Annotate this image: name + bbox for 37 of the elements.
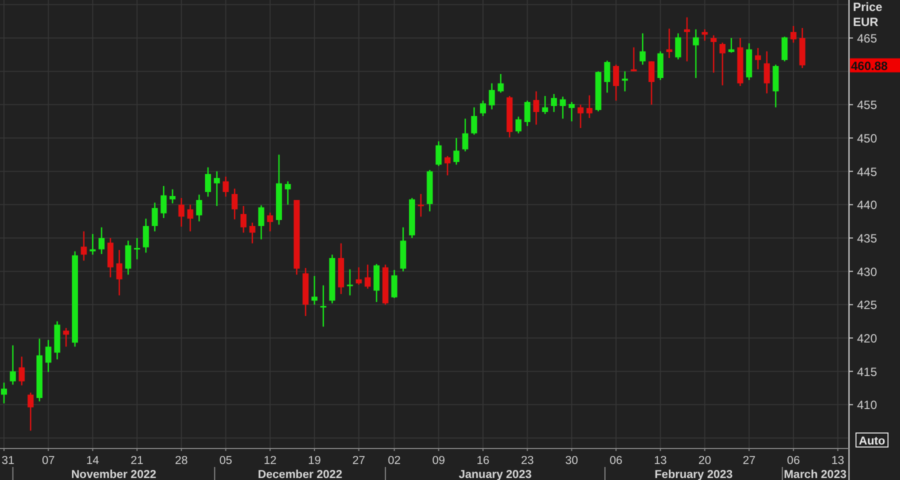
x-axis-label: 02 [388,455,401,467]
x-axis-label: 19 [308,455,321,467]
x-axis-label: 14 [86,455,100,467]
y-axis-label: 425 [857,298,878,312]
month-label: November 2022 [71,469,156,480]
y-axis-label: 415 [857,364,878,379]
x-axis-label: 06 [610,455,622,467]
month-label: March 2023 [784,469,846,480]
x-axis-label: 07 [42,455,55,467]
y-axis-label: 445 [857,164,878,179]
y-axis-label: 430 [857,264,878,279]
x-axis-label: 21 [130,455,144,467]
y-axis-label: 420 [857,332,878,346]
x-axis-label: 20 [698,455,712,467]
x-axis-label: 13 [654,455,667,467]
x-axis-label: 23 [520,455,534,467]
y-axis-label: 410 [857,398,878,412]
x-axis-label: 27 [352,455,366,467]
x-axis-label: 28 [175,455,188,467]
x-axis-label: 09 [432,455,446,467]
y-axis-label: 450 [857,132,878,146]
x-axis-label: 13 [831,455,844,467]
x-axis-label: 16 [476,455,490,467]
y-axis-label: 435 [857,232,878,246]
y-axis-label: 440 [857,198,878,212]
x-axis-label: 27 [742,455,756,467]
axis-title: Price EUR [853,0,882,29]
x-axis-label: 31 [2,455,14,467]
x-axis-label: 05 [219,455,232,467]
x-axis-label: 06 [787,455,800,467]
auto-button[interactable]: Auto [856,432,888,448]
x-axis-label: 30 [565,455,578,467]
last-price-badge: 460.88 [850,58,900,73]
month-label: December 2022 [258,469,342,480]
y-axis-label: 455 [857,98,878,112]
y-axis-label: 465 [857,32,878,46]
x-axis-label: 12 [264,455,276,467]
